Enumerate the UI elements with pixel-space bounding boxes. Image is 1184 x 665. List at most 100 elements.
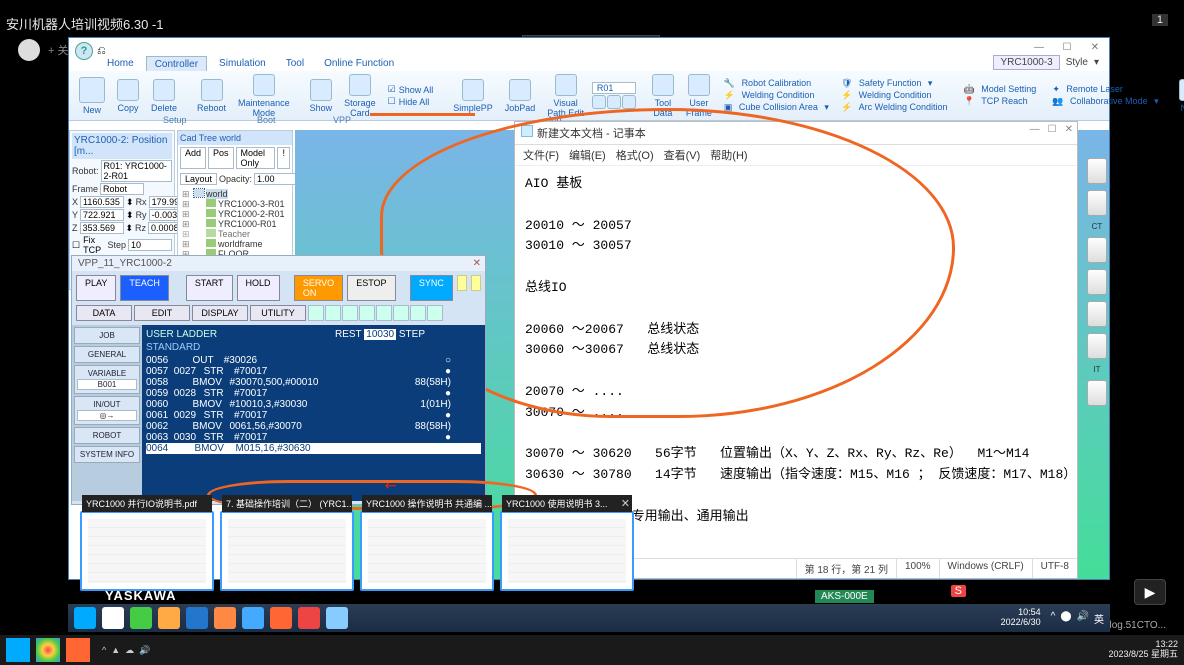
side-btn-7[interactable] — [1087, 380, 1107, 406]
teach-button[interactable]: TEACH — [120, 275, 169, 301]
menu-controller[interactable]: Controller — [146, 56, 207, 72]
exc-btn[interactable]: ! — [277, 147, 290, 169]
np-edit[interactable]: 编辑(E) — [569, 147, 606, 163]
model-combo[interactable]: Model Only — [236, 147, 276, 169]
menu-simulation[interactable]: Simulation — [211, 56, 274, 72]
show-button[interactable]: Show — [306, 79, 337, 113]
outer-tray[interactable]: ^▲☁🔊 — [102, 645, 150, 656]
ime-badge[interactable]: S — [951, 585, 966, 597]
layout-btn[interactable]: Layout — [180, 173, 217, 185]
menu-online[interactable]: Online Function — [316, 56, 402, 72]
avatar[interactable] — [18, 39, 40, 61]
np-max[interactable]: ☐ — [1048, 124, 1057, 135]
delete-button[interactable]: Delete — [147, 79, 181, 113]
side-btn-3[interactable] — [1087, 237, 1107, 263]
robot-combo[interactable]: R01 — [592, 82, 636, 94]
hold-button[interactable]: HOLD — [237, 275, 280, 301]
minimize-icon[interactable]: — — [1025, 38, 1053, 56]
collab-mode[interactable]: 👥 Collaborative Mode ▾ — [1048, 96, 1162, 107]
outer-start-icon[interactable] — [6, 638, 30, 662]
tree-world[interactable]: world — [206, 189, 228, 199]
side-job[interactable]: JOB — [74, 327, 140, 344]
side-btn-5[interactable] — [1087, 301, 1107, 327]
tb-ic2[interactable] — [102, 607, 124, 629]
tcp-reach[interactable]: 📍 TCP Reach — [960, 96, 1045, 107]
tb-ic5[interactable] — [186, 607, 208, 629]
preview-3[interactable]: YRC1000 操作说明书 共通编 ... — [360, 511, 494, 591]
r-icon2[interactable] — [607, 95, 621, 109]
storage-button[interactable]: Storage Card — [340, 74, 380, 118]
remote-laser[interactable]: ✦ Remote Laser — [1048, 84, 1162, 95]
start-icon[interactable] — [74, 607, 96, 629]
maximize-icon[interactable]: ☐ — [1053, 38, 1081, 56]
tree-n5[interactable]: worldframe — [218, 239, 263, 249]
chrome-icon[interactable] — [36, 638, 60, 662]
y-input[interactable]: 722.921 — [80, 209, 124, 221]
ladder-row[interactable]: 0060 BMOV #10010,3,#30030 1(01H) — [146, 399, 481, 410]
menu-tool[interactable]: Tool — [278, 56, 312, 72]
vt-ic4[interactable] — [359, 305, 375, 321]
vpp-ico1[interactable] — [457, 275, 467, 291]
ladder-row[interactable]: 0059 0028 STR #70017 ● — [146, 388, 481, 399]
ladder-view[interactable]: USER LADDER REST 10030 STEP STANDARD 005… — [142, 325, 485, 501]
tab-edit[interactable]: EDIT — [134, 305, 190, 321]
preview-4[interactable]: YRC1000 使用说明书 3...✕ — [500, 511, 634, 591]
side-btn-2[interactable] — [1087, 190, 1107, 216]
tb-ic4[interactable] — [158, 607, 180, 629]
play-button[interactable]: PLAY — [76, 275, 116, 301]
estop-button[interactable]: ESTOP — [347, 275, 395, 301]
np-min[interactable]: — — [1030, 124, 1040, 135]
start-button[interactable]: START — [186, 275, 233, 301]
vt-ic6[interactable] — [393, 305, 409, 321]
tree-n1[interactable]: YRC1000-3-R01 — [218, 199, 285, 209]
tb-ic6[interactable] — [214, 607, 236, 629]
vt-ic1[interactable] — [308, 305, 324, 321]
vt-ic8[interactable] — [427, 305, 443, 321]
vpp-close-icon[interactable]: ✕ — [473, 258, 481, 269]
side-inout[interactable]: IN/OUT◎→ — [74, 396, 140, 425]
r-icon3[interactable] — [622, 95, 636, 109]
close-icon[interactable]: ✕ — [1081, 38, 1109, 56]
tb-ic10[interactable] — [326, 607, 348, 629]
userframe-button[interactable]: User Frame — [682, 74, 716, 118]
vt-ic7[interactable] — [410, 305, 426, 321]
np-close[interactable]: ✕ — [1065, 124, 1073, 135]
new-button[interactable]: New — [75, 77, 109, 115]
vt-ic3[interactable] — [342, 305, 358, 321]
tb-ic9[interactable] — [298, 607, 320, 629]
tree-n2[interactable]: YRC1000-2-R01 — [218, 209, 285, 219]
ladder-row[interactable]: 0058 BMOV #30070,500,#00010 88(58H) — [146, 377, 481, 388]
side-general[interactable]: GENERAL — [74, 346, 140, 363]
side-robot[interactable]: ROBOT — [74, 427, 140, 444]
r-icon1[interactable] — [592, 95, 606, 109]
np-format[interactable]: 格式(O) — [616, 147, 654, 163]
simplepp-button[interactable]: SimplePP — [449, 79, 497, 113]
ladder-row[interactable]: 0062 BMOV 0061,56,#30070 88(58H) — [146, 421, 481, 432]
pos-btn[interactable]: Pos — [208, 147, 234, 169]
preview-close-icon[interactable]: ✕ — [621, 497, 630, 510]
ladder-row[interactable]: 0064 BMOV M015,16,#30630 0(00H) — [146, 443, 481, 454]
tb-ic3[interactable] — [130, 607, 152, 629]
step-input[interactable]: 10 — [128, 239, 172, 251]
reboot-button[interactable]: Reboot — [193, 79, 230, 113]
side-sysinfo[interactable]: SYSTEM INFO — [74, 446, 140, 463]
inner-tray[interactable]: ^⬤🔊英 — [1051, 611, 1104, 626]
tab-utility[interactable]: UTILITY — [250, 305, 306, 321]
tab-display[interactable]: DISPLAY — [192, 305, 248, 321]
add-link[interactable]: + 关 — [48, 42, 68, 58]
side-btn-6[interactable] — [1087, 333, 1107, 359]
robot-cal[interactable]: 🔧 Robot Calibration — [720, 78, 833, 89]
tb-ic7[interactable] — [242, 607, 264, 629]
robot-select[interactable]: R01: YRC1000-2-R01 — [101, 160, 172, 182]
ladder-row[interactable]: 0057 0027 STR #70017 ● — [146, 366, 481, 377]
tb-ic8[interactable] — [270, 607, 292, 629]
outer-clock[interactable]: 13:222023/8/25 星期五 — [1108, 640, 1178, 660]
tree-n4[interactable]: Teacher — [218, 229, 250, 239]
side-btn-1[interactable] — [1087, 158, 1107, 184]
sync-button[interactable]: SYNC — [410, 275, 453, 301]
weld-cond[interactable]: ⚡ Welding Condition — [720, 90, 833, 101]
np-help[interactable]: 帮助(H) — [710, 147, 747, 163]
showall-check[interactable]: Show All — [384, 84, 438, 95]
inner-clock[interactable]: 10:542022/6/30 — [1001, 608, 1041, 628]
arc-weld[interactable]: ⚡ Arc Welding Condition — [837, 102, 956, 113]
